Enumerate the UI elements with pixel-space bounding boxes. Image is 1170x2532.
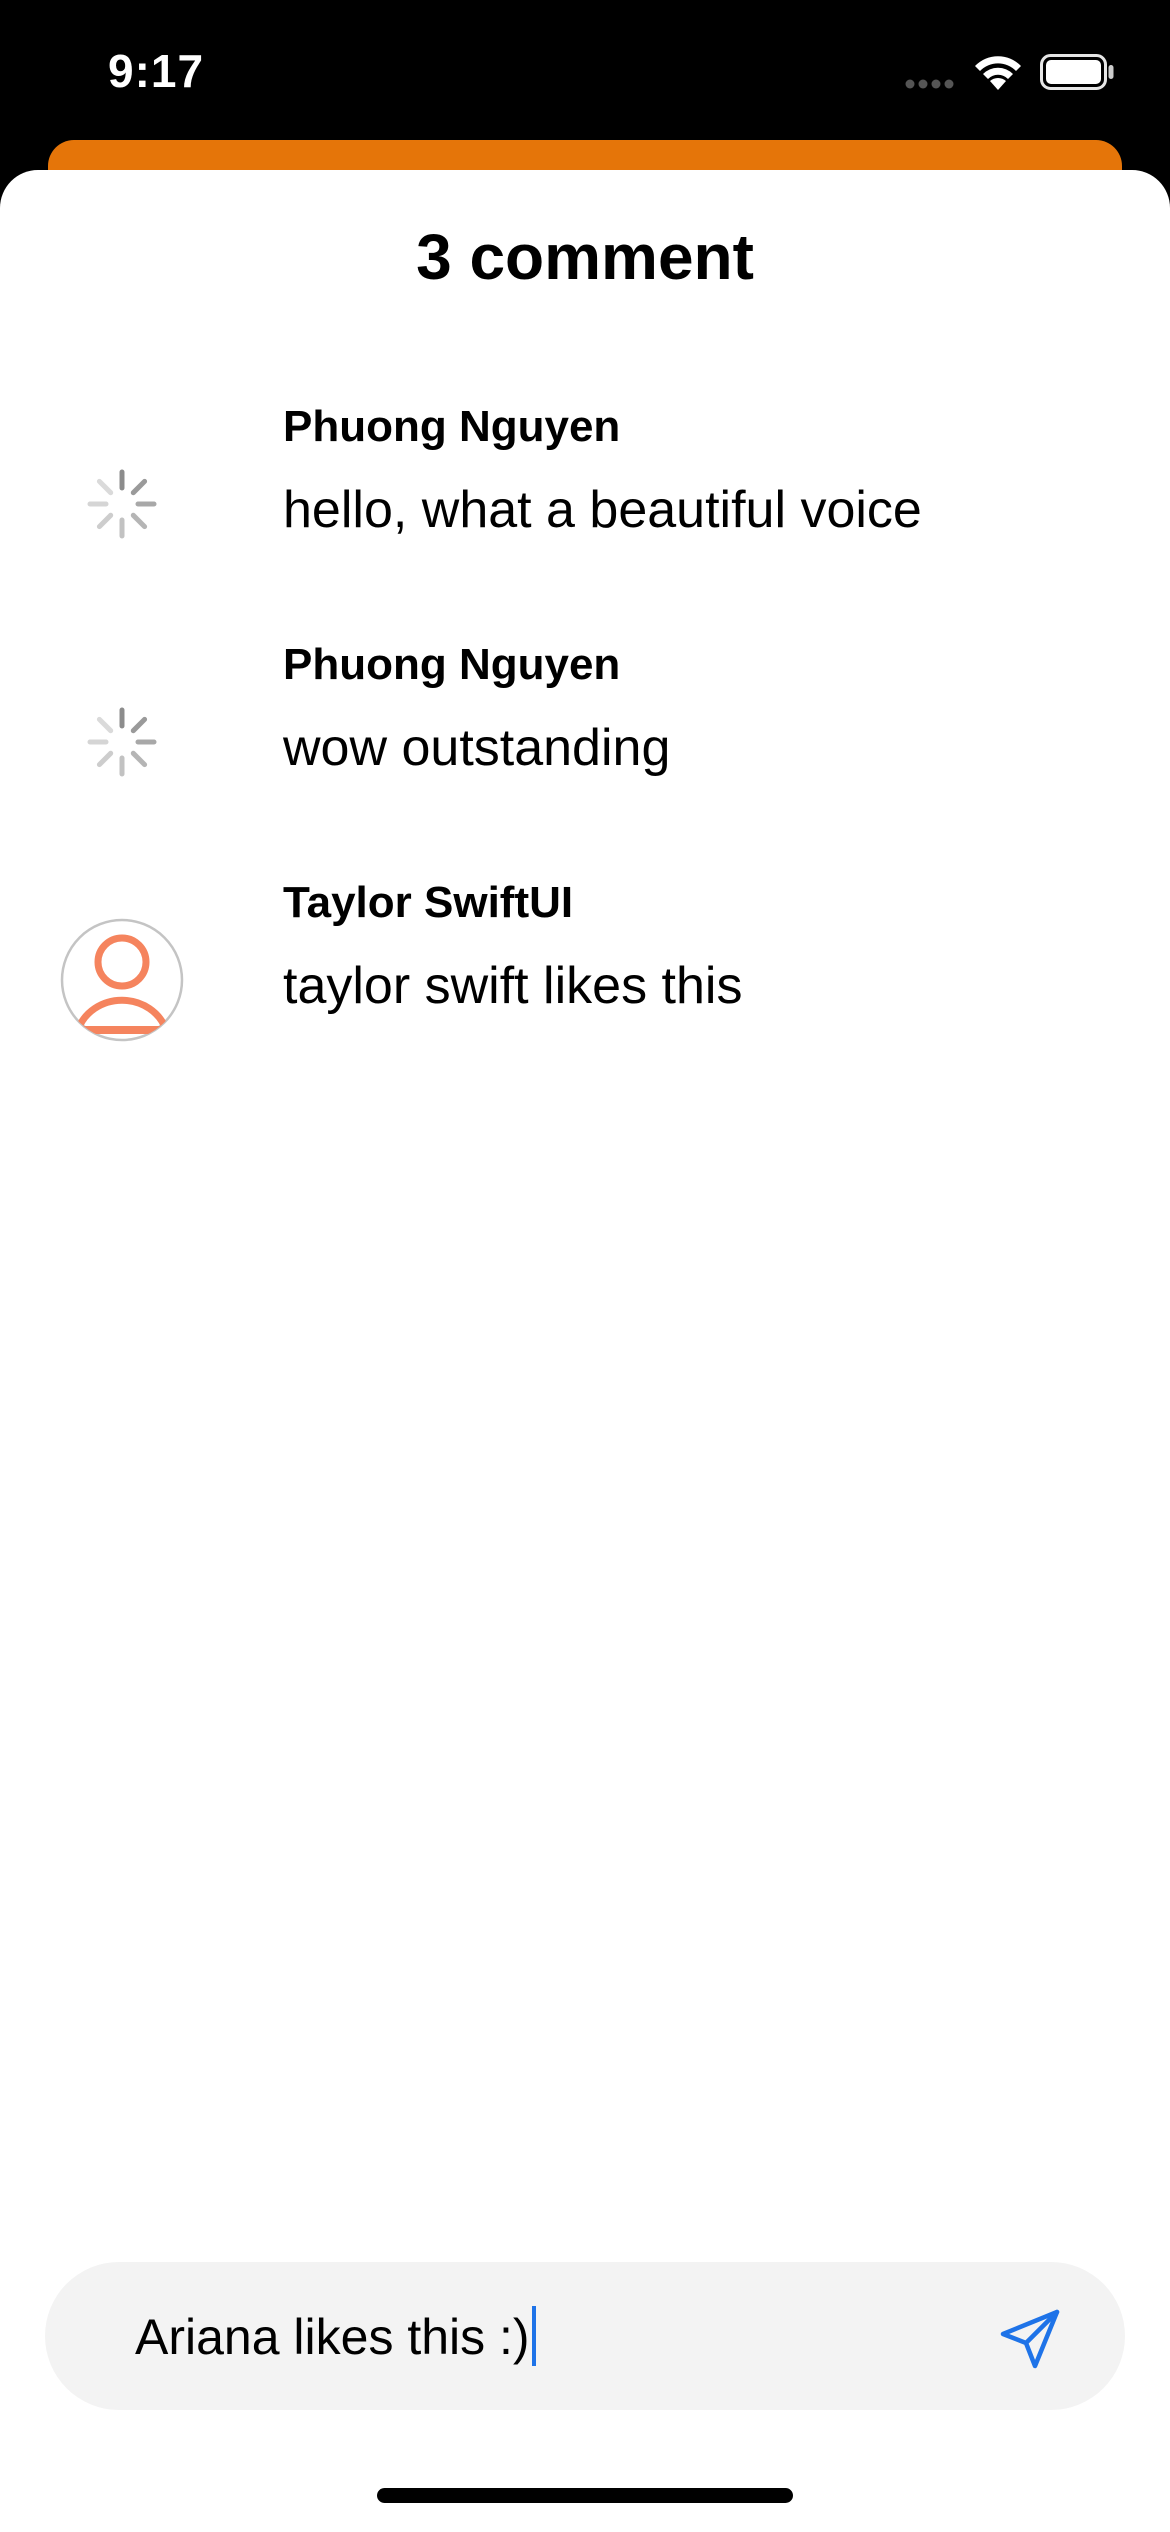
cellular-signal-icon [905, 79, 954, 89]
comment-item: Phuong Nguyen hello, what a beautiful vo… [0, 402, 1170, 602]
send-button[interactable] [985, 2294, 1075, 2384]
home-indicator [377, 2488, 793, 2503]
comment-author: Phuong Nguyen [283, 402, 621, 451]
comment-input-bar[interactable]: Ariana likes this :) [45, 2262, 1125, 2410]
comment-text: taylor swift likes this [283, 957, 743, 1015]
comment-item: Taylor SwiftUI taylor swift likes this [0, 878, 1170, 1078]
person-avatar-icon[interactable] [60, 918, 184, 1042]
status-bar: 9:17 [0, 0, 1170, 150]
comment-text: hello, what a beautiful voice [283, 481, 922, 539]
sheet-title: 3 comment [416, 221, 754, 293]
comment-author: Phuong Nguyen [283, 640, 621, 689]
paper-plane-icon [1000, 2309, 1060, 2369]
comment-item: Phuong Nguyen wow outstanding [0, 640, 1170, 840]
loading-spinner-icon [60, 442, 184, 566]
comment-input-text: Ariana likes this :) [135, 2309, 530, 2365]
battery-icon [1040, 54, 1114, 90]
comments-sheet: 3 comment Phuong Nguyen hello, what a be… [0, 170, 1170, 2532]
comment-author: Taylor SwiftUI [283, 878, 574, 927]
text-caret [531, 2306, 536, 2366]
comment-input[interactable]: Ariana likes this :) [135, 2306, 536, 2370]
status-time: 9:17 [108, 45, 205, 97]
loading-spinner-icon [60, 680, 184, 804]
comment-text: wow outstanding [283, 719, 671, 777]
wifi-icon [975, 56, 1021, 90]
